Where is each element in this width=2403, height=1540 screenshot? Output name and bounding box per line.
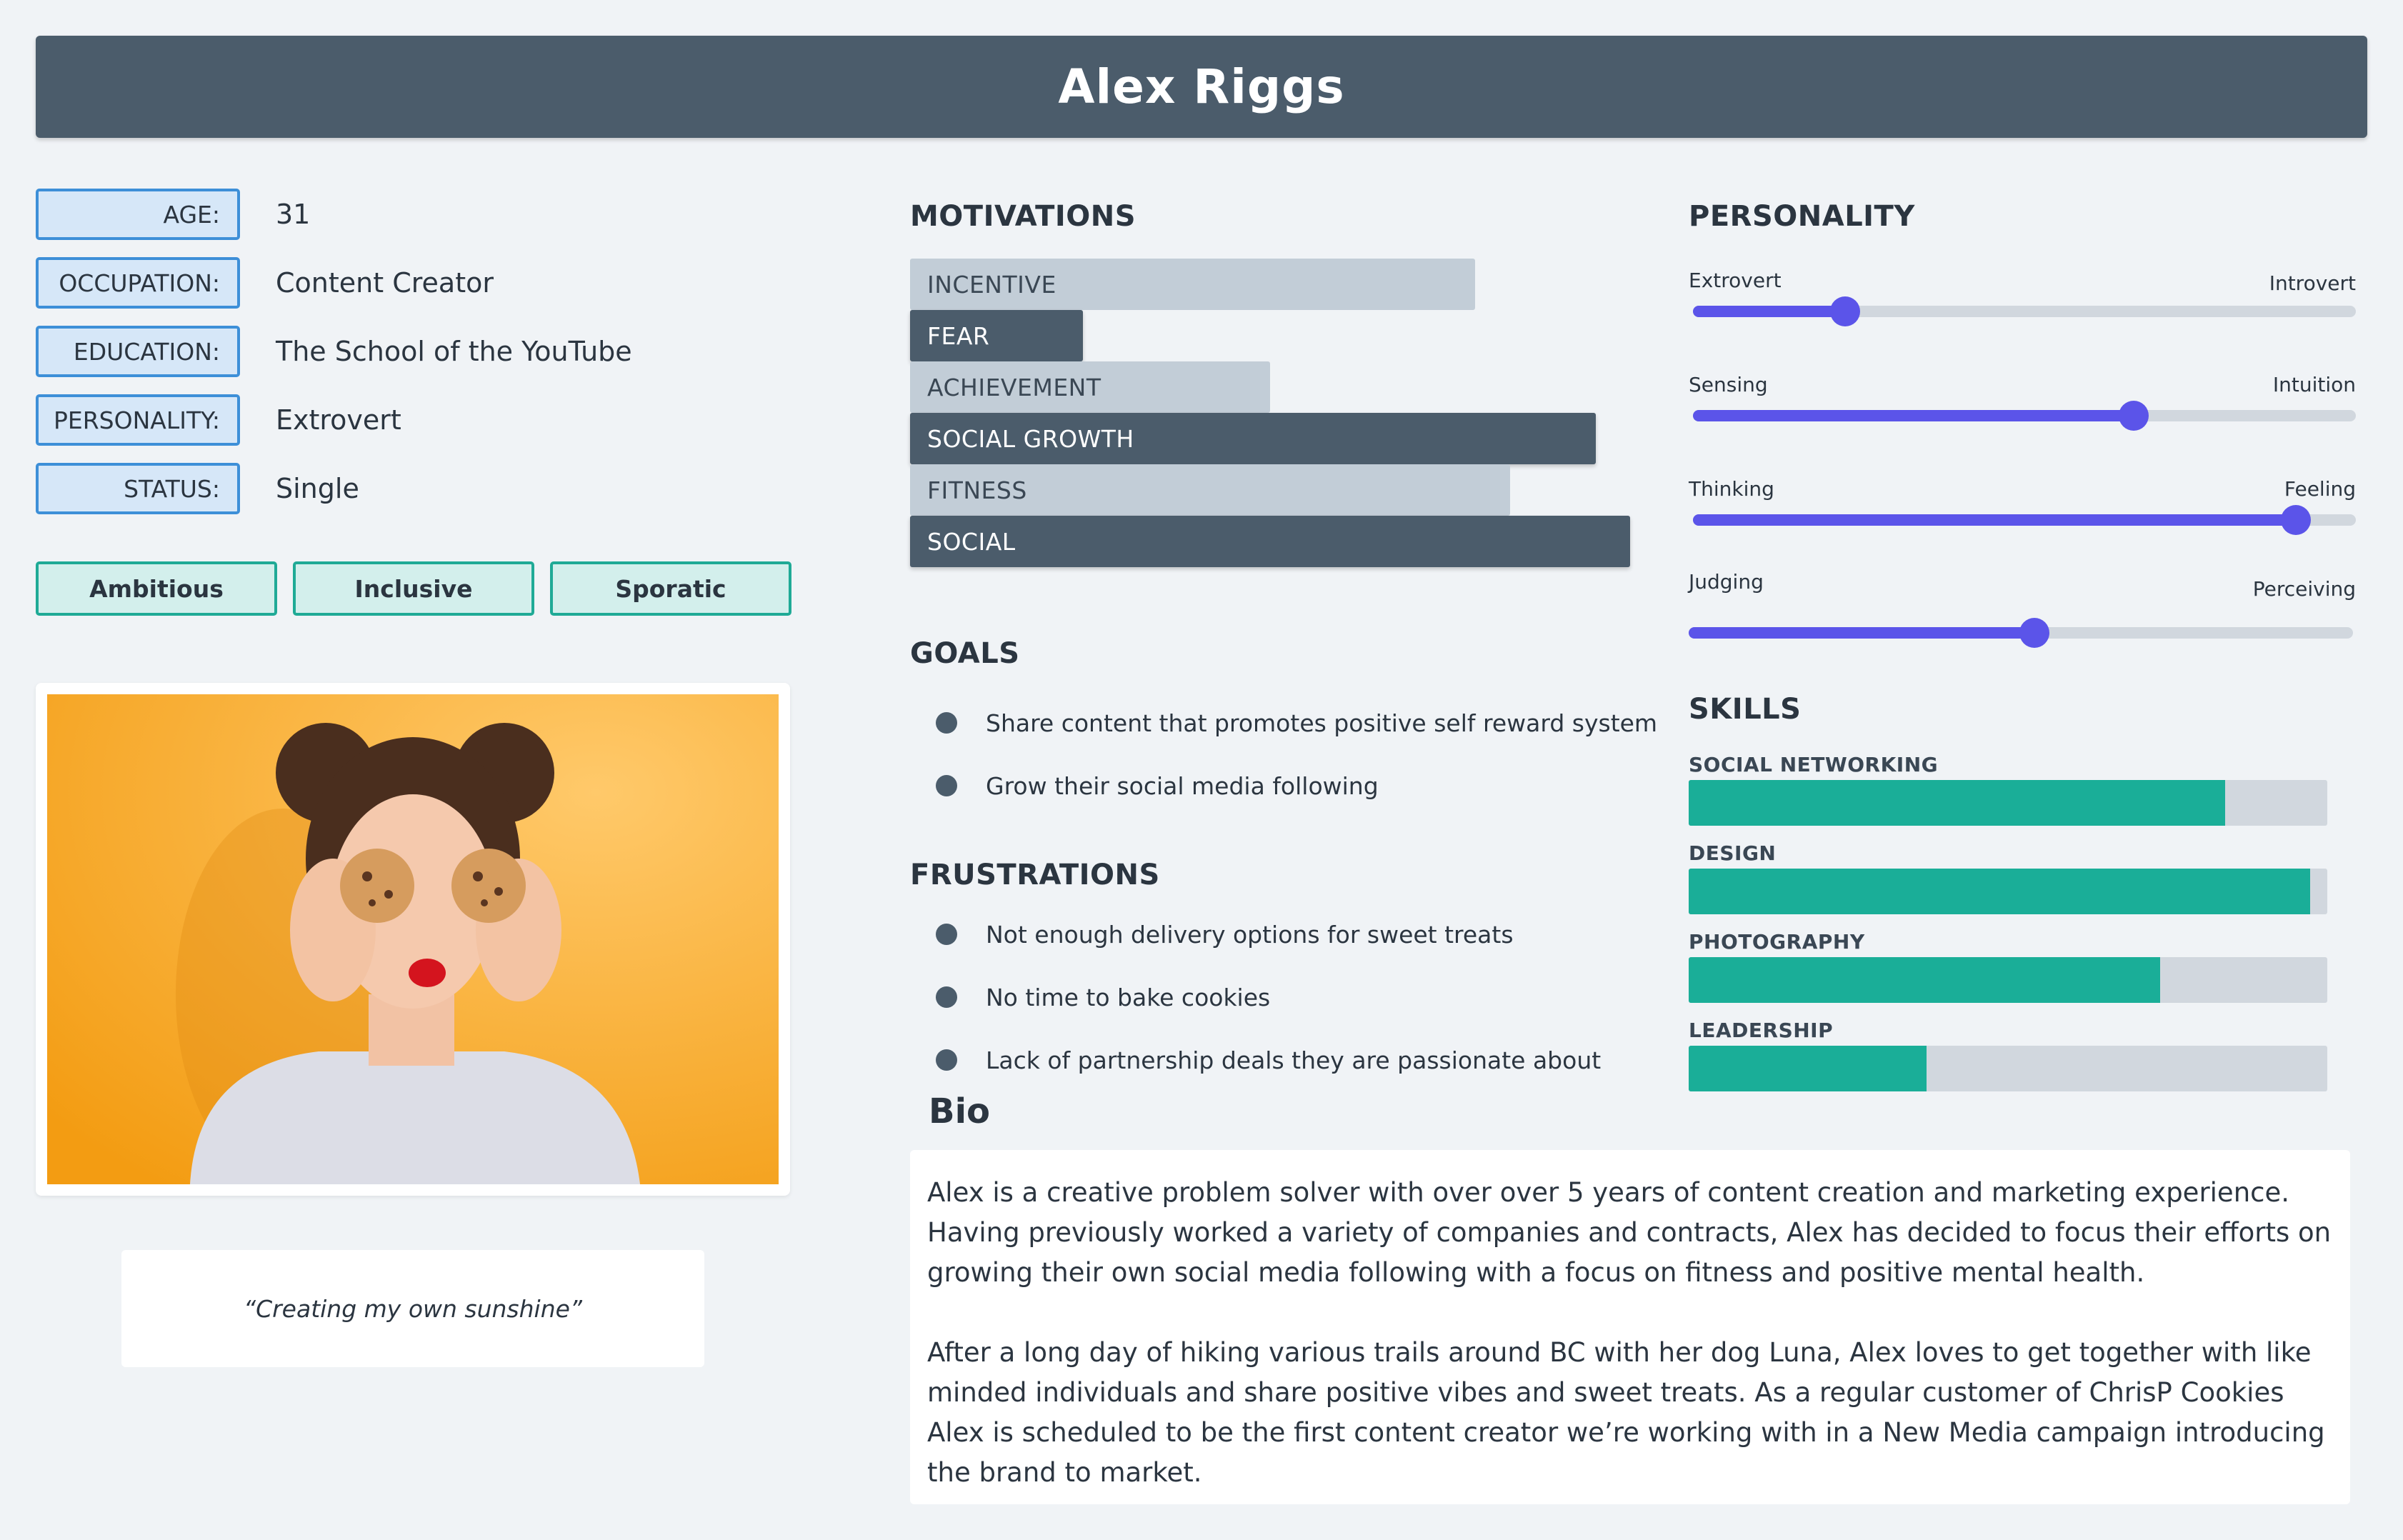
frustration-item: No time to bake cookies: [936, 976, 1270, 1019]
frustration-text: No time to bake cookies: [986, 983, 1271, 1011]
skills-title: SKILLS: [1689, 693, 1802, 726]
bullet-icon: [936, 1049, 957, 1071]
skill-fill: [1689, 957, 2160, 1003]
personality-slider-extrovert[interactable]: [1693, 296, 2356, 326]
goals-title: GOALS: [910, 637, 1020, 670]
motivation-label: FEAR: [927, 321, 990, 350]
slider-fill: [1689, 627, 2034, 639]
scale-left-label: Judging: [1689, 570, 1764, 594]
scale-left-label: Extrovert: [1689, 269, 1782, 292]
skill-label: LEADERSHIP: [1689, 1019, 1834, 1042]
goal-item: Share content that promotes positive sel…: [936, 701, 1657, 744]
trait-tag-sporatic: Sporatic: [550, 561, 791, 616]
motivation-label: SOCIAL GROWTH: [927, 424, 1134, 453]
frustration-item: Not enough delivery options for sweet tr…: [936, 913, 1514, 956]
motivations-title: MOTIVATIONS: [910, 200, 1136, 233]
motivation-label: FITNESS: [927, 476, 1027, 504]
scale-right-label: Intuition: [2272, 373, 2356, 396]
goal-item: Grow their social media following: [936, 764, 1379, 807]
skill-bar-design: [1689, 869, 2327, 914]
occupation-value: Content Creator: [276, 267, 494, 299]
scale-left-label: Sensing: [1689, 373, 1768, 396]
goal-text: Grow their social media following: [986, 771, 1379, 800]
trait-tag-inclusive: Inclusive: [293, 561, 534, 616]
scale-right-label: Feeling: [2284, 477, 2356, 501]
bio-box: Alex is a creative problem solver with o…: [910, 1150, 2350, 1504]
slider-knob[interactable]: [1830, 296, 1861, 326]
skill-bar-photography: [1689, 957, 2327, 1003]
scale-left-label: Thinking: [1689, 477, 1774, 501]
bio-paragraph: After a long day of hiking various trail…: [927, 1337, 2325, 1488]
motivation-label: ACHIEVEMENT: [927, 373, 1101, 401]
personality-slider-judging[interactable]: [1689, 618, 2353, 648]
personality-label: PERSONALITY:: [36, 394, 240, 446]
motivation-bar-social: SOCIAL: [910, 516, 1630, 567]
trait-tag-ambitious: Ambitious: [36, 561, 277, 616]
frustration-text: Lack of partnership deals they are passi…: [986, 1046, 1602, 1074]
bullet-icon: [936, 712, 957, 734]
slider-fill: [1693, 306, 1846, 317]
motivation-bar-fitness: FITNESS: [910, 464, 1510, 516]
skill-fill: [1689, 1046, 1927, 1091]
frustrations-title: FRUSTRATIONS: [910, 859, 1160, 891]
status-label: STATUS:: [36, 463, 240, 514]
personality-slider-thinking[interactable]: [1693, 505, 2356, 535]
slider-knob[interactable]: [2281, 505, 2312, 535]
age-value: 31: [276, 199, 311, 230]
motivation-bar-social-growth: SOCIAL GROWTH: [910, 413, 1596, 464]
slider-fill: [1693, 410, 2134, 421]
persona-name: Alex Riggs: [1058, 59, 1345, 114]
scale-right-label: Introvert: [2269, 271, 2356, 295]
motivation-bar-achievement: ACHIEVEMENT: [910, 361, 1270, 413]
bullet-icon: [936, 986, 957, 1008]
personality-title: PERSONALITY: [1689, 200, 1915, 233]
status-value: Single: [276, 473, 359, 504]
occupation-label: OCCUPATION:: [36, 257, 240, 309]
skill-label: DESIGN: [1689, 841, 1777, 865]
skill-label: PHOTOGRAPHY: [1689, 930, 1865, 954]
frustration-text: Not enough delivery options for sweet tr…: [986, 920, 1514, 949]
skill-fill: [1689, 869, 2310, 914]
persona-quote: “Creating my own sunshine”: [121, 1250, 704, 1367]
skill-fill: [1689, 780, 2225, 826]
skill-label: SOCIAL NETWORKING: [1689, 753, 1939, 776]
bullet-icon: [936, 924, 957, 945]
education-label: EDUCATION:: [36, 326, 240, 377]
bio-paragraph: Alex is a creative problem solver with o…: [927, 1177, 2332, 1288]
slider-knob[interactable]: [2019, 618, 2049, 648]
skill-bar-social-networking: [1689, 780, 2327, 826]
motivation-bar-incentive: INCENTIVE: [910, 259, 1475, 310]
skill-bar-leadership: [1689, 1046, 2327, 1091]
goal-text: Share content that promotes positive sel…: [986, 709, 1658, 737]
personality-slider-sensing[interactable]: [1693, 401, 2356, 431]
motivation-label: INCENTIVE: [927, 270, 1056, 299]
persona-photo-frame: [36, 683, 790, 1196]
persona-header: Alex Riggs: [36, 36, 2367, 138]
slider-fill: [1693, 514, 2297, 526]
motivation-label: SOCIAL: [927, 527, 1016, 556]
frustration-item: Lack of partnership deals they are passi…: [936, 1039, 1601, 1081]
personality-value: Extrovert: [276, 404, 401, 436]
bio-title: Bio: [929, 1091, 991, 1131]
scale-right-label: Perceiving: [2252, 577, 2356, 601]
motivation-bar-fear: FEAR: [910, 310, 1083, 361]
education-value: The School of the YouTube: [276, 336, 632, 367]
age-label: AGE:: [36, 189, 240, 240]
slider-knob[interactable]: [2119, 401, 2149, 431]
persona-photo: [47, 694, 779, 1184]
bullet-icon: [936, 775, 957, 796]
